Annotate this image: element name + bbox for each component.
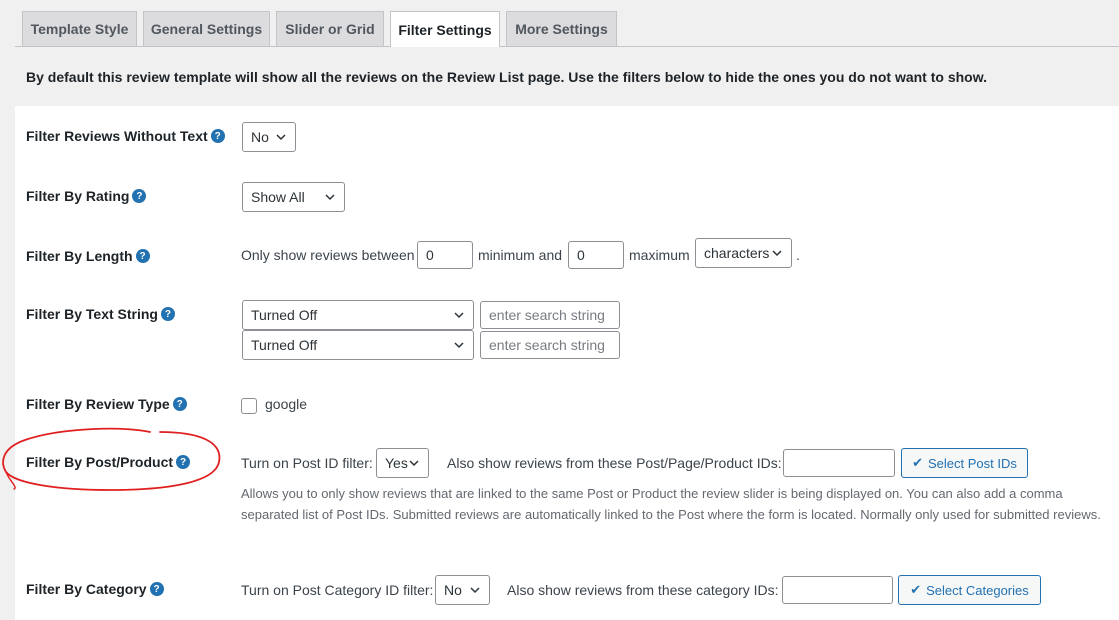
label-text: Filter Reviews Without Text xyxy=(26,128,208,144)
post-id-toggle-label: Turn on Post ID filter: xyxy=(241,455,373,471)
select-value: Show All xyxy=(251,189,305,205)
label-text: Filter By Category xyxy=(26,581,147,597)
chevron-down-icon xyxy=(325,194,335,201)
label-filter-without-text: Filter Reviews Without Text ? xyxy=(26,126,225,146)
select-value: Turned Off xyxy=(251,307,318,323)
select-value: No xyxy=(444,582,462,598)
chevron-down-icon xyxy=(772,250,782,257)
help-icon[interactable]: ? xyxy=(149,582,164,596)
filter-settings-panel: By default this review template will sho… xyxy=(15,46,1119,620)
category-toggle-label: Turn on Post Category ID filter: xyxy=(241,582,434,598)
google-checkbox[interactable] xyxy=(241,398,257,414)
select-value: characters xyxy=(704,245,770,261)
max-length-input[interactable]: 0 xyxy=(568,241,624,269)
help-icon[interactable]: ? xyxy=(135,249,150,263)
label-filter-text-string: Filter By Text String ? xyxy=(26,304,175,324)
filter-notice: By default this review template will sho… xyxy=(15,47,1119,106)
length-suffix-text: maximum xyxy=(629,247,690,263)
select-value: Turned Off xyxy=(251,337,318,353)
help-icon[interactable]: ? xyxy=(176,455,191,469)
tab-general-settings[interactable]: General Settings xyxy=(143,11,270,46)
text-string-mode-select-1[interactable]: Turned Off xyxy=(242,300,474,330)
select-post-ids-button[interactable]: ✔ Select Post IDs xyxy=(901,448,1028,478)
help-icon[interactable]: ? xyxy=(172,397,187,411)
label-filter-post-product: Filter By Post/Product ? xyxy=(26,452,191,472)
post-ids-input[interactable] xyxy=(783,449,895,477)
select-categories-button[interactable]: ✔ Select Categories xyxy=(898,575,1041,605)
label-text: Filter By Rating xyxy=(26,188,130,204)
without-text-select[interactable]: No xyxy=(242,122,296,152)
select-value: No xyxy=(251,129,269,145)
button-label: Select Categories xyxy=(926,582,1029,598)
search-string-input-2[interactable]: enter search string xyxy=(480,331,620,359)
category-ids-input[interactable] xyxy=(782,576,893,604)
chevron-down-icon xyxy=(454,342,464,349)
length-middle-text: minimum and xyxy=(478,247,563,263)
rating-select[interactable]: Show All xyxy=(242,182,345,212)
tab-filter-settings[interactable]: Filter Settings xyxy=(390,11,500,47)
checkmark-icon: ✔ xyxy=(910,582,922,597)
category-filter-select[interactable]: No xyxy=(435,575,490,605)
min-length-input[interactable]: 0 xyxy=(417,241,473,269)
text-string-mode-select-2[interactable]: Turned Off xyxy=(242,330,474,360)
post-filter-description: Allows you to only show reviews that are… xyxy=(241,486,1101,522)
label-text: Filter By Length xyxy=(26,248,133,264)
chevron-down-icon xyxy=(454,312,464,319)
chevron-down-icon xyxy=(470,587,480,594)
search-string-input-1[interactable]: enter search string xyxy=(480,301,620,329)
label-text: Filter By Post/Product xyxy=(26,454,174,470)
length-unit-select[interactable]: characters xyxy=(695,238,792,268)
post-ids-also-label: Also show reviews from these Post/Page/P… xyxy=(447,455,782,471)
help-icon[interactable]: ? xyxy=(132,189,147,203)
length-period: . xyxy=(796,247,800,263)
label-filter-category: Filter By Category ? xyxy=(26,579,164,599)
label-text: Filter By Review Type xyxy=(26,396,170,412)
help-icon[interactable]: ? xyxy=(160,307,175,321)
google-checkbox-label[interactable]: google xyxy=(265,394,307,414)
chevron-down-icon xyxy=(409,460,419,467)
label-text: Filter By Text String xyxy=(26,306,158,322)
length-prefix-text: Only show reviews between xyxy=(241,247,415,263)
label-filter-review-type: Filter By Review Type ? xyxy=(26,394,187,414)
chevron-down-icon xyxy=(276,134,286,141)
label-filter-length: Filter By Length ? xyxy=(26,246,150,266)
tab-more-settings[interactable]: More Settings xyxy=(506,11,617,46)
tab-template-style[interactable]: Template Style xyxy=(22,11,137,46)
select-value: Yes xyxy=(385,455,408,471)
button-label: Select Post IDs xyxy=(928,455,1017,471)
help-icon[interactable]: ? xyxy=(210,129,225,143)
post-id-filter-select[interactable]: Yes xyxy=(376,448,429,478)
checkmark-icon: ✔ xyxy=(912,455,924,470)
label-filter-rating: Filter By Rating ? xyxy=(26,186,147,206)
category-ids-also-label: Also show reviews from these category ID… xyxy=(507,582,779,598)
tab-slider-or-grid[interactable]: Slider or Grid xyxy=(276,11,384,46)
